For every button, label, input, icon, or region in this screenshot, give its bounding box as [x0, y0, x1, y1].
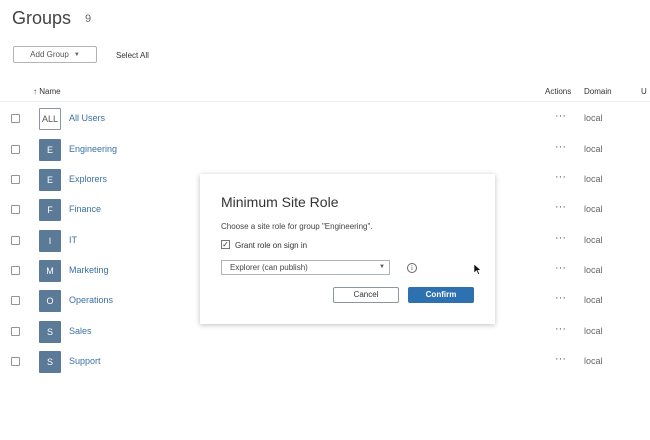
group-name-link[interactable]: Explorers [69, 174, 107, 184]
row-checkbox[interactable] [11, 175, 20, 184]
group-avatar: I [39, 230, 61, 252]
row-checkbox[interactable] [11, 236, 20, 245]
actions-menu-button[interactable]: ··· [555, 171, 566, 183]
row-checkbox[interactable] [11, 114, 20, 123]
actions-menu-button[interactable]: ··· [555, 141, 566, 153]
dialog-title: Minimum Site Role [221, 194, 339, 210]
confirm-button[interactable]: Confirm [408, 287, 474, 303]
group-avatar: S [39, 351, 61, 373]
mouse-cursor-icon [474, 264, 482, 275]
group-name-link[interactable]: Finance [69, 204, 101, 214]
table-row: E Engineering ··· local [0, 135, 650, 165]
group-name-link[interactable]: Support [69, 356, 101, 366]
page-title: Groups [12, 8, 72, 28]
info-icon[interactable]: i [407, 263, 417, 273]
dialog-description: Choose a site role for group "Engineerin… [221, 222, 373, 231]
domain-value: local [584, 265, 603, 275]
row-checkbox[interactable] [11, 205, 20, 214]
check-icon: ✓ [222, 240, 229, 249]
row-checkbox[interactable] [11, 145, 20, 154]
domain-value: local [584, 113, 603, 123]
actions-menu-button[interactable]: ··· [555, 110, 566, 122]
table-row: ALL All Users ··· local [0, 104, 650, 134]
row-checkbox[interactable] [11, 266, 20, 275]
row-checkbox[interactable] [11, 327, 20, 336]
group-avatar: F [39, 199, 61, 221]
actions-menu-button[interactable]: ··· [555, 201, 566, 213]
domain-value: local [584, 326, 603, 336]
actions-menu-button[interactable]: ··· [555, 292, 566, 304]
actions-menu-button[interactable]: ··· [555, 323, 566, 335]
site-role-value: Explorer (can publish) [230, 263, 308, 272]
actions-menu-button[interactable]: ··· [555, 353, 566, 365]
domain-value: local [584, 235, 603, 245]
add-group-label: Add Group [30, 50, 69, 59]
group-avatar: O [39, 290, 61, 312]
cancel-button[interactable]: Cancel [333, 287, 399, 303]
group-name-link[interactable]: Operations [69, 295, 113, 305]
header-divider [0, 101, 650, 102]
domain-value: local [584, 295, 603, 305]
row-checkbox[interactable] [11, 296, 20, 305]
add-group-button[interactable]: Add Group ▼ [13, 46, 97, 63]
caret-down-icon: ▼ [73, 51, 80, 58]
group-name-link[interactable]: All Users [69, 113, 105, 123]
table-row: S Support ··· local [0, 347, 650, 377]
caret-down-icon: ▼ [379, 264, 385, 270]
group-name-link[interactable]: IT [69, 235, 77, 245]
site-role-select[interactable]: Explorer (can publish) ▼ [221, 260, 390, 275]
domain-value: local [584, 174, 603, 184]
group-name-link[interactable]: Sales [69, 326, 92, 336]
group-avatar: E [39, 169, 61, 191]
group-avatar: M [39, 260, 61, 282]
group-name-link[interactable]: Engineering [69, 144, 117, 154]
row-checkbox[interactable] [11, 357, 20, 366]
actions-menu-button[interactable]: ··· [555, 262, 566, 274]
select-all-link[interactable]: Select All [116, 51, 149, 60]
group-avatar: S [39, 321, 61, 343]
group-count: 9 [85, 13, 92, 25]
column-header-name[interactable]: ↑ Name [33, 87, 61, 96]
domain-value: local [584, 204, 603, 214]
group-avatar: E [39, 139, 61, 161]
column-header-extra[interactable]: U [641, 87, 647, 96]
column-header-actions: Actions [545, 87, 572, 96]
domain-value: local [584, 356, 603, 366]
grant-role-label[interactable]: Grant role on sign in [235, 241, 307, 250]
column-header-domain[interactable]: Domain [584, 87, 612, 96]
group-avatar: ALL [39, 108, 61, 130]
grant-role-checkbox[interactable]: ✓ [221, 240, 230, 249]
actions-menu-button[interactable]: ··· [555, 232, 566, 244]
domain-value: local [584, 144, 603, 154]
group-name-link[interactable]: Marketing [69, 265, 109, 275]
